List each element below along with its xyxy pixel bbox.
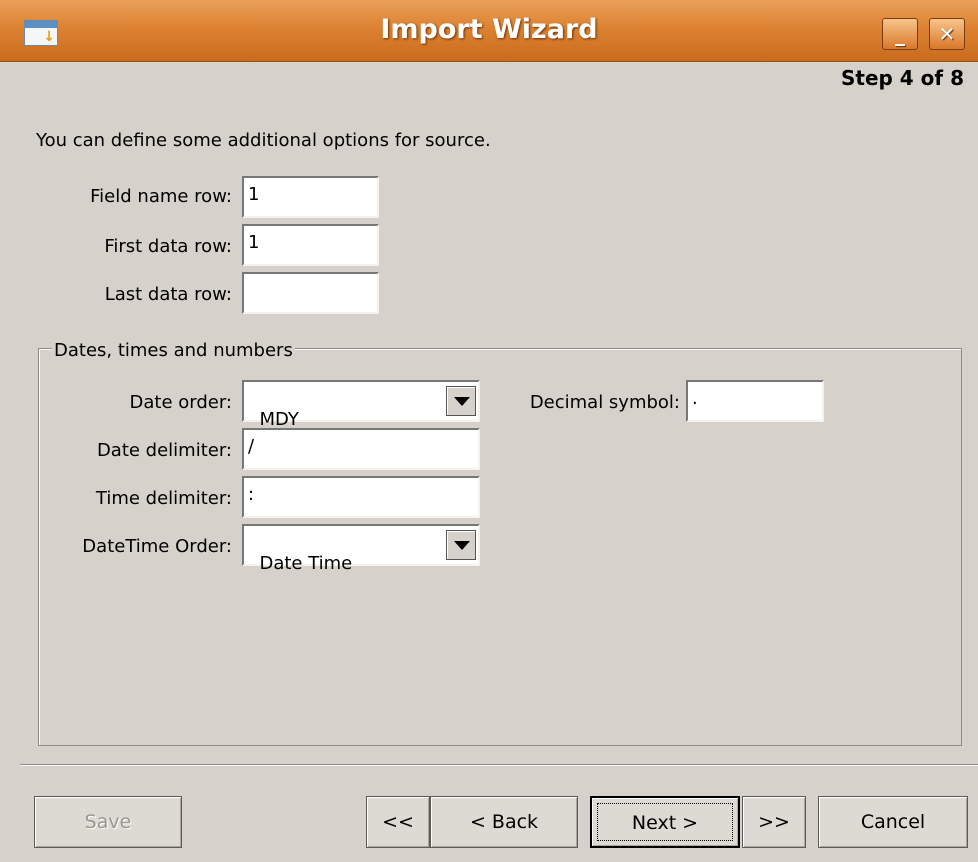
time-delimiter-label: Time delimiter: <box>95 488 232 509</box>
first-step-button[interactable]: << <box>366 796 430 848</box>
date-order-value: MDY <box>259 409 299 430</box>
first-data-row-input[interactable]: 1 <box>242 224 379 266</box>
date-delimiter-label: Date delimiter: <box>96 440 232 461</box>
last-data-row-input[interactable] <box>242 272 379 314</box>
close-button[interactable]: ✕ <box>929 18 965 50</box>
time-delimiter-input[interactable]: : <box>242 476 480 518</box>
datetime-order-label: DateTime Order: <box>82 536 232 557</box>
back-button[interactable]: < Back <box>430 796 578 848</box>
intro-text: You can define some additional options f… <box>36 130 491 151</box>
title-bar: ↓ Import Wizard _ ✕ <box>0 0 978 62</box>
dates-group-title: Dates, times and numbers <box>52 340 295 361</box>
datetime-order-select[interactable]: Date Time <box>242 524 480 574</box>
footer-separator <box>20 764 978 766</box>
decimal-symbol-input[interactable]: . <box>686 380 824 422</box>
last-step-button[interactable]: >> <box>742 796 806 848</box>
field-name-row-input[interactable]: 1 <box>242 176 379 218</box>
field-name-row-label: Field name row: <box>90 186 232 207</box>
first-data-row-label: First data row: <box>104 236 232 257</box>
next-button-label: Next > <box>597 803 733 841</box>
decimal-symbol-label: Decimal symbol: <box>529 392 680 413</box>
date-order-select[interactable]: MDY <box>242 380 480 430</box>
date-delimiter-input[interactable]: / <box>242 428 480 470</box>
chevron-down-icon[interactable] <box>446 386 476 416</box>
save-button[interactable]: Save <box>34 796 182 848</box>
datetime-order-value: Date Time <box>259 553 353 574</box>
cancel-button[interactable]: Cancel <box>818 796 968 848</box>
chevron-down-icon[interactable] <box>446 530 476 560</box>
window-title: Import Wizard <box>380 14 598 45</box>
minimize-button[interactable]: _ <box>882 18 918 50</box>
date-order-label: Date order: <box>129 392 233 413</box>
step-indicator: Step 4 of 8 <box>840 66 964 90</box>
next-button[interactable]: Next > <box>590 796 740 848</box>
last-data-row-label: Last data row: <box>104 284 232 305</box>
